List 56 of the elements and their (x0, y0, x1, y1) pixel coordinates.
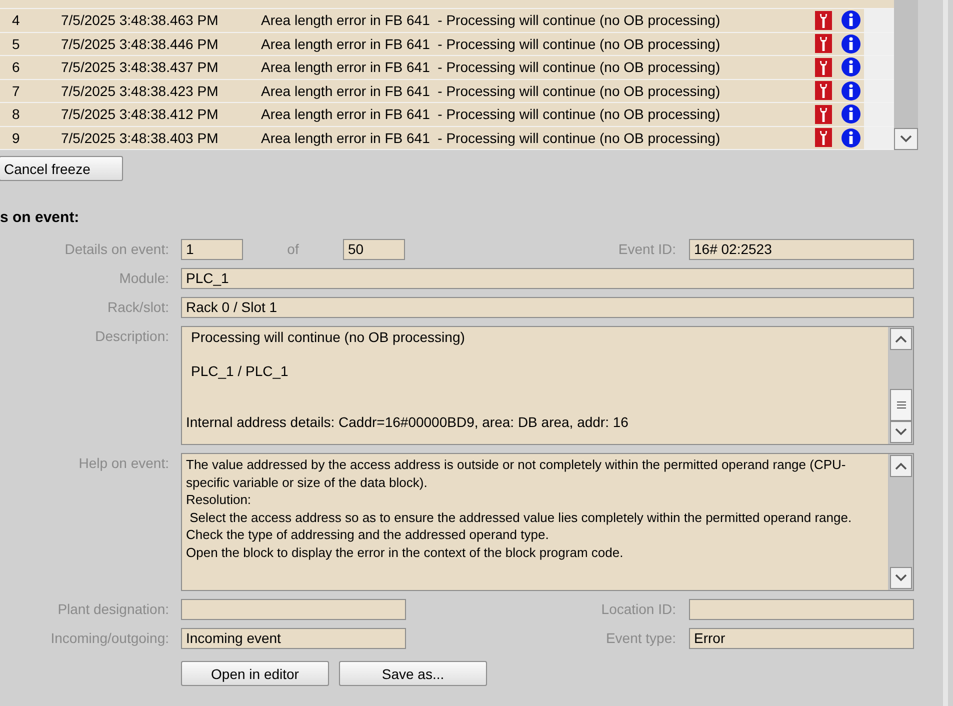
help-text: The value addressed by the access address is outside or not completely within the permitted operand range (CPU-specific variable or size of the data block). (186, 456, 847, 491)
field-label: Help on event: (78, 454, 169, 473)
open-in-editor-button[interactable]: Open in editor (181, 661, 329, 686)
field-label: Event ID: (617, 240, 676, 259)
event-total-field: 50 (343, 239, 405, 260)
plant-designation-field[interactable] (181, 599, 406, 620)
scroll-up-icon (895, 462, 907, 470)
info-icon (840, 57, 860, 78)
field-label: Event type: (604, 629, 676, 648)
field-label: Plant designation: (56, 600, 169, 619)
field-label: Details on event: (64, 240, 169, 259)
event-type-field: Error (689, 628, 914, 649)
scroll-down-icon (895, 574, 907, 582)
description-text: PLC_1 / PLC_1 (190, 363, 290, 380)
location-id-field[interactable] (689, 599, 914, 620)
info-icon (840, 10, 860, 30)
description-text: Processing will continue (no OB processing) (190, 329, 466, 346)
incoming-outgoing-field: Incoming event (181, 628, 406, 649)
help-text: Open the block to display the error in the context of the block program code. (186, 544, 624, 561)
wrench-icon (815, 34, 832, 54)
save-as-button[interactable]: Save as... (339, 661, 487, 686)
field-label: Incoming/outgoing: (50, 629, 169, 648)
scroll-down-button[interactable] (890, 567, 912, 589)
wrench-icon (815, 58, 832, 77)
wrench-icon (815, 10, 832, 30)
scroll-up-button[interactable] (890, 328, 912, 350)
field-label: Rack/slot: (106, 298, 169, 317)
of-label: of (286, 240, 300, 259)
field-label: Location ID: (600, 600, 676, 619)
info-icon (840, 104, 860, 124)
event-number-field[interactable]: 1 (181, 239, 243, 260)
description-text: Internal address details: Caddr=16#00000BD9, area: DB area, addr: 16 (186, 414, 630, 431)
info-icon (840, 34, 860, 54)
rack-slot-field: Rack 0 / Slot 1 (181, 297, 914, 318)
scroll-down-icon (895, 428, 907, 436)
scrollbar[interactable] (894, 0, 918, 150)
event-id-field: 16# 02:2523 (689, 239, 914, 260)
help-text: Select the access address so as to ensure the addressed value lies completely within the permitted operand range. Check the type of addressing and the addressed operand type. (186, 508, 853, 544)
info-icon (840, 80, 860, 101)
cancel-freeze-button[interactable]: Cancel freeze (0, 156, 123, 181)
module-field: PLC_1 (181, 268, 914, 289)
scroll-up-icon (895, 335, 907, 343)
section-heading: s on event: (0, 209, 80, 228)
field-label: Module: (118, 269, 169, 288)
scroll-up-button[interactable] (890, 455, 912, 477)
wrench-icon (815, 128, 832, 148)
scroll-down-icon (900, 135, 912, 143)
wrench-icon (815, 104, 832, 124)
wrench-icon (815, 81, 832, 100)
grip-icon (896, 401, 906, 409)
info-icon (840, 128, 860, 148)
help-text: Resolution: (186, 491, 252, 508)
scroll-down-button[interactable] (894, 128, 918, 150)
scroll-thumb[interactable] (890, 389, 912, 421)
field-label: Description: (94, 327, 169, 346)
scroll-down-button[interactable] (890, 421, 912, 443)
